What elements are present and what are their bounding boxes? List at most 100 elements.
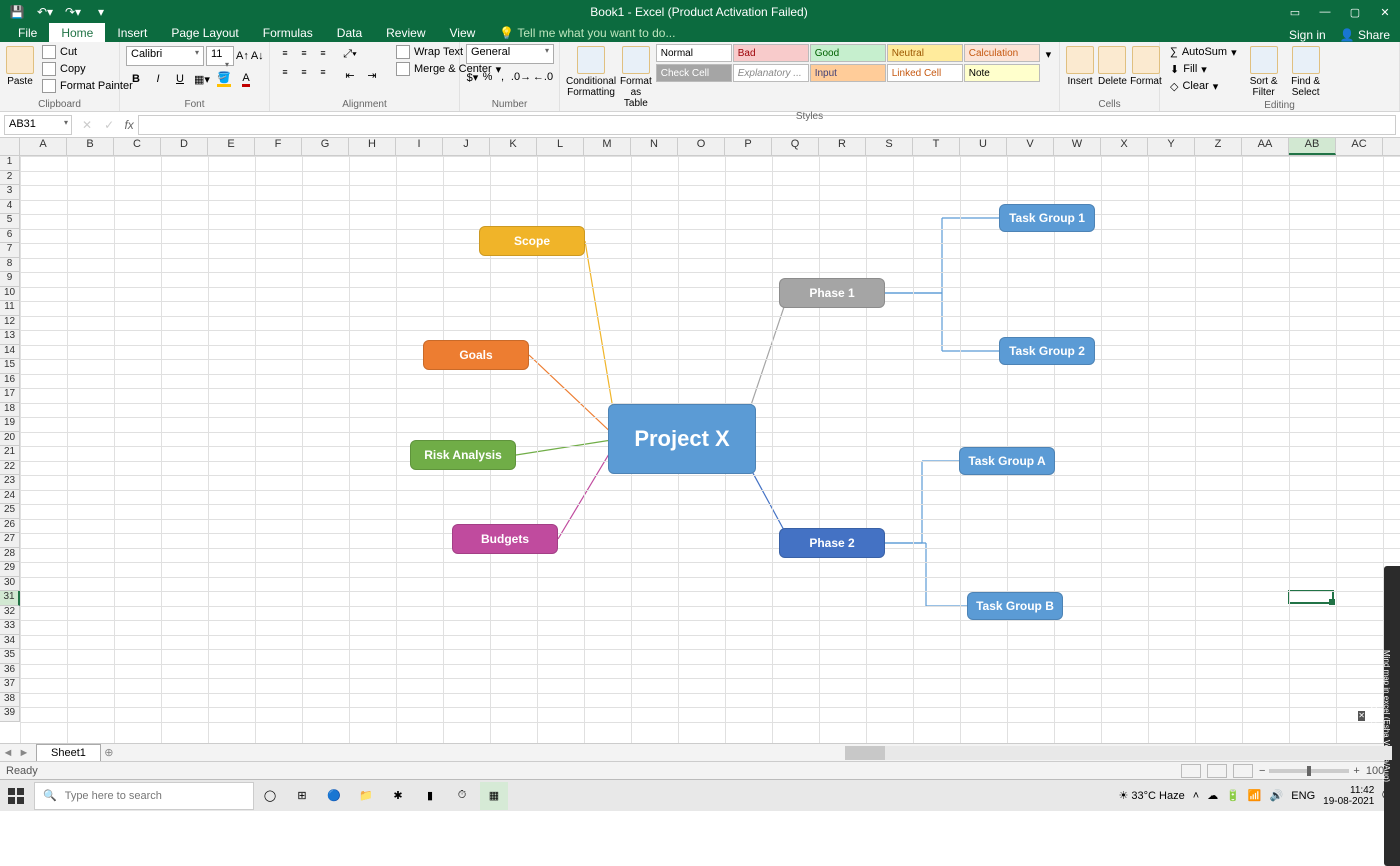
cancel-formula-icon[interactable]: ✕ — [82, 118, 92, 132]
chrome-icon[interactable]: 🔵 — [320, 782, 348, 810]
new-sheet-button[interactable]: ⊕ — [101, 746, 117, 759]
comma-format-icon[interactable]: , — [496, 67, 509, 87]
row-header[interactable]: 15 — [0, 359, 20, 374]
row-header[interactable]: 10 — [0, 287, 20, 302]
row-header[interactable]: 14 — [0, 345, 20, 360]
tray-chevron-icon[interactable]: ˄ — [1193, 790, 1199, 802]
increase-decimal-icon[interactable]: .0→ — [511, 67, 531, 87]
row-header[interactable]: 39 — [0, 707, 20, 722]
decrease-indent-icon[interactable]: ⇤ — [340, 65, 360, 85]
mindmap-node-center[interactable]: Project X — [608, 404, 756, 474]
row-header[interactable]: 7 — [0, 243, 20, 258]
col-header[interactable]: AA — [1242, 138, 1289, 155]
row-header[interactable]: 8 — [0, 258, 20, 273]
row-header[interactable]: 11 — [0, 301, 20, 316]
powerbi-icon[interactable]: ▮ — [416, 782, 444, 810]
delete-cells-button[interactable]: Delete — [1098, 44, 1127, 97]
row-header[interactable]: 32 — [0, 606, 20, 621]
save-icon[interactable]: 💾 — [6, 1, 28, 23]
col-header[interactable]: K — [490, 138, 537, 155]
recording-widget[interactable]: Mind map in excel (Esha Verma/Aug) 02:01… — [1384, 566, 1400, 866]
row-header[interactable]: 31 — [0, 591, 20, 606]
col-header[interactable]: H — [349, 138, 396, 155]
row-header[interactable]: 23 — [0, 475, 20, 490]
mindmap-node-tg1[interactable]: Task Group 1 — [999, 204, 1095, 232]
style-cell[interactable]: Check Cell — [656, 64, 732, 82]
close-button[interactable]: ✕ — [1370, 0, 1400, 24]
row-header[interactable]: 35 — [0, 649, 20, 664]
italic-button[interactable]: I — [148, 69, 168, 89]
col-header[interactable]: X — [1101, 138, 1148, 155]
find-select-button[interactable]: Find & Select — [1287, 44, 1325, 98]
tab-review[interactable]: Review — [374, 23, 437, 42]
font-size-select[interactable]: 11 — [206, 46, 234, 66]
row-header[interactable]: 24 — [0, 490, 20, 505]
row-header[interactable]: 26 — [0, 519, 20, 534]
font-name-select[interactable]: Calibri — [126, 46, 204, 66]
style-cell[interactable]: Linked Cell — [887, 64, 963, 82]
tab-file[interactable]: File — [6, 23, 49, 42]
row-header[interactable]: 9 — [0, 272, 20, 287]
col-header[interactable]: P — [725, 138, 772, 155]
taskbar-search[interactable]: 🔍Type here to search — [34, 782, 254, 810]
percent-format-icon[interactable]: % — [481, 67, 494, 87]
row-header[interactable]: 6 — [0, 229, 20, 244]
widget-close-icon[interactable]: ✕ — [1358, 711, 1365, 721]
col-header[interactable]: L — [537, 138, 584, 155]
slack-icon[interactable]: ✱ — [384, 782, 412, 810]
mindmap-node-budgets[interactable]: Budgets — [452, 524, 558, 554]
style-cell[interactable]: Bad — [733, 44, 809, 62]
minimize-button[interactable]: — — [1310, 0, 1340, 24]
row-header[interactable]: 3 — [0, 185, 20, 200]
style-cell[interactable]: Note — [964, 64, 1040, 82]
style-cell[interactable]: Calculation — [964, 44, 1040, 62]
undo-icon[interactable]: ↶▾ — [34, 1, 56, 23]
row-header[interactable]: 13 — [0, 330, 20, 345]
page-break-view-button[interactable] — [1233, 764, 1253, 778]
increase-indent-icon[interactable]: ⇥ — [362, 65, 382, 85]
row-header[interactable]: 25 — [0, 504, 20, 519]
underline-button[interactable]: U — [170, 69, 190, 89]
tab-insert[interactable]: Insert — [105, 23, 159, 42]
col-header[interactable]: A — [20, 138, 67, 155]
sheet-tab-1[interactable]: Sheet1 — [36, 744, 101, 761]
col-header[interactable]: AC — [1336, 138, 1383, 155]
normal-view-button[interactable] — [1181, 764, 1201, 778]
tray-onedrive-icon[interactable]: ☁ — [1207, 789, 1218, 802]
tab-home[interactable]: Home — [49, 23, 105, 42]
fx-icon[interactable]: fx — [120, 118, 138, 132]
style-cell[interactable]: Explanatory ... — [733, 64, 809, 82]
col-header[interactable]: D — [161, 138, 208, 155]
tray-wifi-icon[interactable]: 📶 — [1248, 789, 1262, 802]
row-header[interactable]: 28 — [0, 548, 20, 563]
app-icon[interactable]: ⏱ — [448, 782, 476, 810]
share-button[interactable]: 👤 Share — [1340, 28, 1390, 42]
col-header[interactable]: G — [302, 138, 349, 155]
row-header[interactable]: 19 — [0, 417, 20, 432]
format-as-table-button[interactable]: Format as Table — [620, 44, 652, 109]
mindmap-node-tga[interactable]: Task Group A — [959, 447, 1055, 475]
border-button[interactable]: ▦▾ — [192, 69, 212, 89]
number-format-select[interactable]: General — [466, 44, 554, 64]
row-header[interactable]: 17 — [0, 388, 20, 403]
row-header[interactable]: 38 — [0, 693, 20, 708]
row-header[interactable]: 36 — [0, 664, 20, 679]
name-box[interactable]: AB31 — [4, 115, 72, 135]
fill-button[interactable]: ⬇ Fill ▾ — [1166, 61, 1241, 77]
style-cell[interactable]: Neutral — [887, 44, 963, 62]
zoom-slider[interactable]: − + — [1259, 765, 1360, 777]
alignment-grid[interactable]: ≡≡≡≡≡≡ — [276, 44, 332, 97]
page-layout-view-button[interactable] — [1207, 764, 1227, 778]
tab-view[interactable]: View — [438, 23, 488, 42]
conditional-formatting-button[interactable]: Conditional Formatting — [566, 44, 616, 109]
clear-button[interactable]: ◇ Clear ▾ — [1166, 78, 1241, 94]
sheet-nav-prev[interactable]: ◄ — [0, 747, 16, 759]
mindmap-node-tg2[interactable]: Task Group 2 — [999, 337, 1095, 365]
worksheet-grid[interactable]: ABCDEFGHIJKLMNOPQRSTUVWXYZAAABAC 1234567… — [0, 138, 1400, 743]
col-header[interactable]: U — [960, 138, 1007, 155]
excel-taskbar-icon[interactable]: ▦ — [480, 782, 508, 810]
row-header[interactable]: 4 — [0, 200, 20, 215]
row-header[interactable]: 16 — [0, 374, 20, 389]
row-header[interactable]: 20 — [0, 432, 20, 447]
select-all-corner[interactable] — [0, 138, 20, 155]
